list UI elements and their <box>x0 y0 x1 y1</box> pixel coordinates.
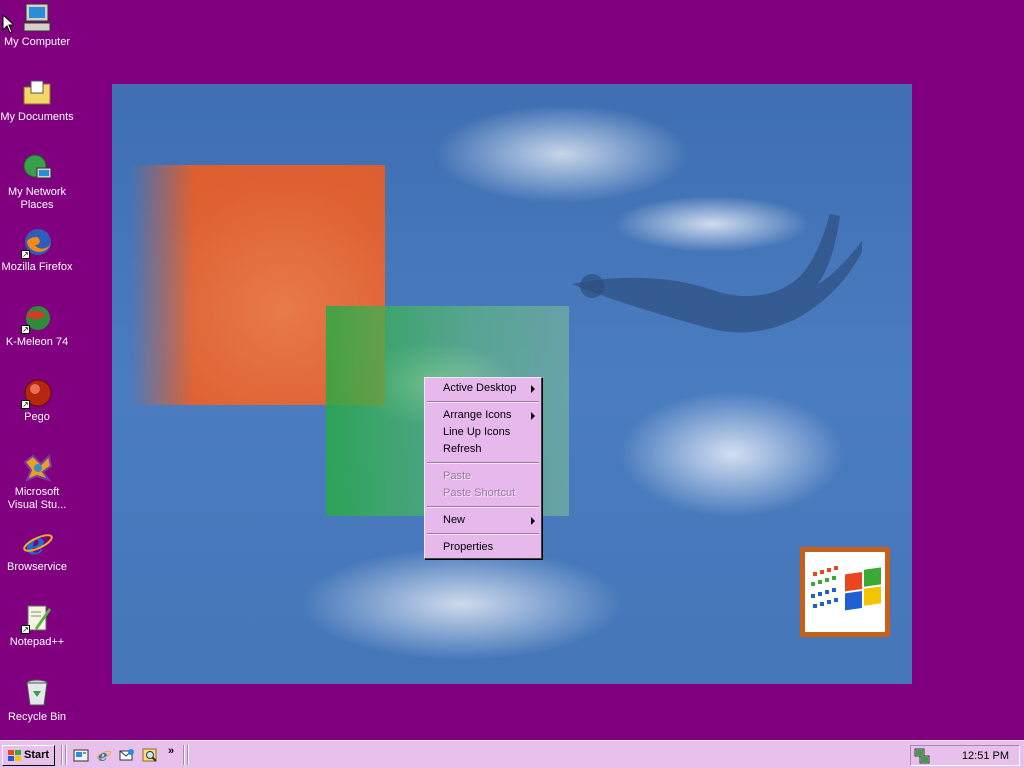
menu-item-paste-shortcut[interactable]: Paste Shortcut <box>425 485 541 502</box>
menu-item-properties[interactable]: Properties <box>425 539 541 556</box>
shortcut-arrow-icon: ↗ <box>21 250 30 259</box>
computer-icon <box>21 2 53 34</box>
desktop-context-menu: Active Desktop Arrange Icons Line Up Ico… <box>424 377 542 559</box>
menu-item-active-desktop[interactable]: Active Desktop <box>425 380 541 397</box>
submenu-arrow-icon <box>531 517 535 525</box>
desktop-icon-pego[interactable]: ↗ Pego <box>0 377 74 424</box>
menu-separator <box>427 533 539 535</box>
submenu-arrow-icon <box>531 385 535 393</box>
menu-item-arrange-icons[interactable]: Arrange Icons <box>425 407 541 424</box>
windows-logo-image <box>800 547 890 637</box>
wallpaper-diver-silhouette <box>572 214 862 333</box>
shortcut-arrow-icon: ↗ <box>21 400 30 409</box>
desktop-icon-visual-studio[interactable]: Microsoft Visual Stu... <box>0 452 74 512</box>
notepadpp-icon: ↗ <box>21 602 53 634</box>
menu-item-refresh[interactable]: Refresh <box>425 441 541 458</box>
desktop-icon-mozilla-firefox[interactable]: ↗ Mozilla Firefox <box>0 227 74 274</box>
network-connection-icon[interactable] <box>914 748 930 764</box>
shortcut-arrow-icon: ↗ <box>21 325 30 334</box>
submenu-arrow-icon <box>531 412 535 420</box>
desktop-icon-k-meleon[interactable]: ↗ K-Meleon 74 <box>0 302 74 349</box>
mouse-cursor-icon <box>2 14 14 34</box>
menu-item-paste[interactable]: Paste <box>425 468 541 485</box>
shortcut-arrow-icon: ↗ <box>21 625 30 634</box>
show-desktop-icon[interactable] <box>73 747 89 763</box>
taskbar-clock[interactable]: 12:51 PM <box>962 750 1009 762</box>
desktop-icon-notepadpp[interactable]: ↗ Notepad++ <box>0 602 74 649</box>
visual-studio-icon <box>21 452 53 484</box>
taskbar-divider <box>183 745 185 765</box>
internet-explorer-icon[interactable]: e <box>96 747 112 763</box>
desktop-icon-my-documents[interactable]: My Documents <box>0 77 74 124</box>
network-places-icon <box>21 152 53 184</box>
taskbar-divider <box>61 745 63 765</box>
menu-item-new[interactable]: New <box>425 512 541 529</box>
folder-documents-icon <box>21 77 53 109</box>
taskbar-divider <box>187 745 189 765</box>
menu-separator <box>427 506 539 508</box>
taskbar: Start e » 12:51 PM <box>0 740 1024 768</box>
internet-explorer-icon: e <box>21 527 53 562</box>
desktop-icon-my-network-places[interactable]: My Network Places <box>0 152 74 212</box>
quick-launch-overflow-button[interactable]: » <box>168 745 174 757</box>
start-button[interactable]: Start <box>2 745 55 766</box>
desktop-icon-recycle-bin[interactable]: Recycle Bin <box>0 677 74 724</box>
system-tray: 12:51 PM <box>910 745 1020 766</box>
windows-flag-icon <box>8 750 21 761</box>
firefox-icon: ↗ <box>21 227 53 259</box>
menu-separator <box>427 401 539 403</box>
menu-separator <box>427 462 539 464</box>
search-icon[interactable] <box>142 747 158 763</box>
desktop-icon-browservice[interactable]: e Browservice <box>0 527 74 574</box>
taskbar-divider <box>65 745 67 765</box>
kmeleon-icon: ↗ <box>21 302 53 334</box>
pego-icon: ↗ <box>21 377 53 409</box>
outlook-express-icon[interactable] <box>119 747 135 763</box>
menu-item-line-up-icons[interactable]: Line Up Icons <box>425 424 541 441</box>
recycle-bin-icon <box>21 677 53 709</box>
